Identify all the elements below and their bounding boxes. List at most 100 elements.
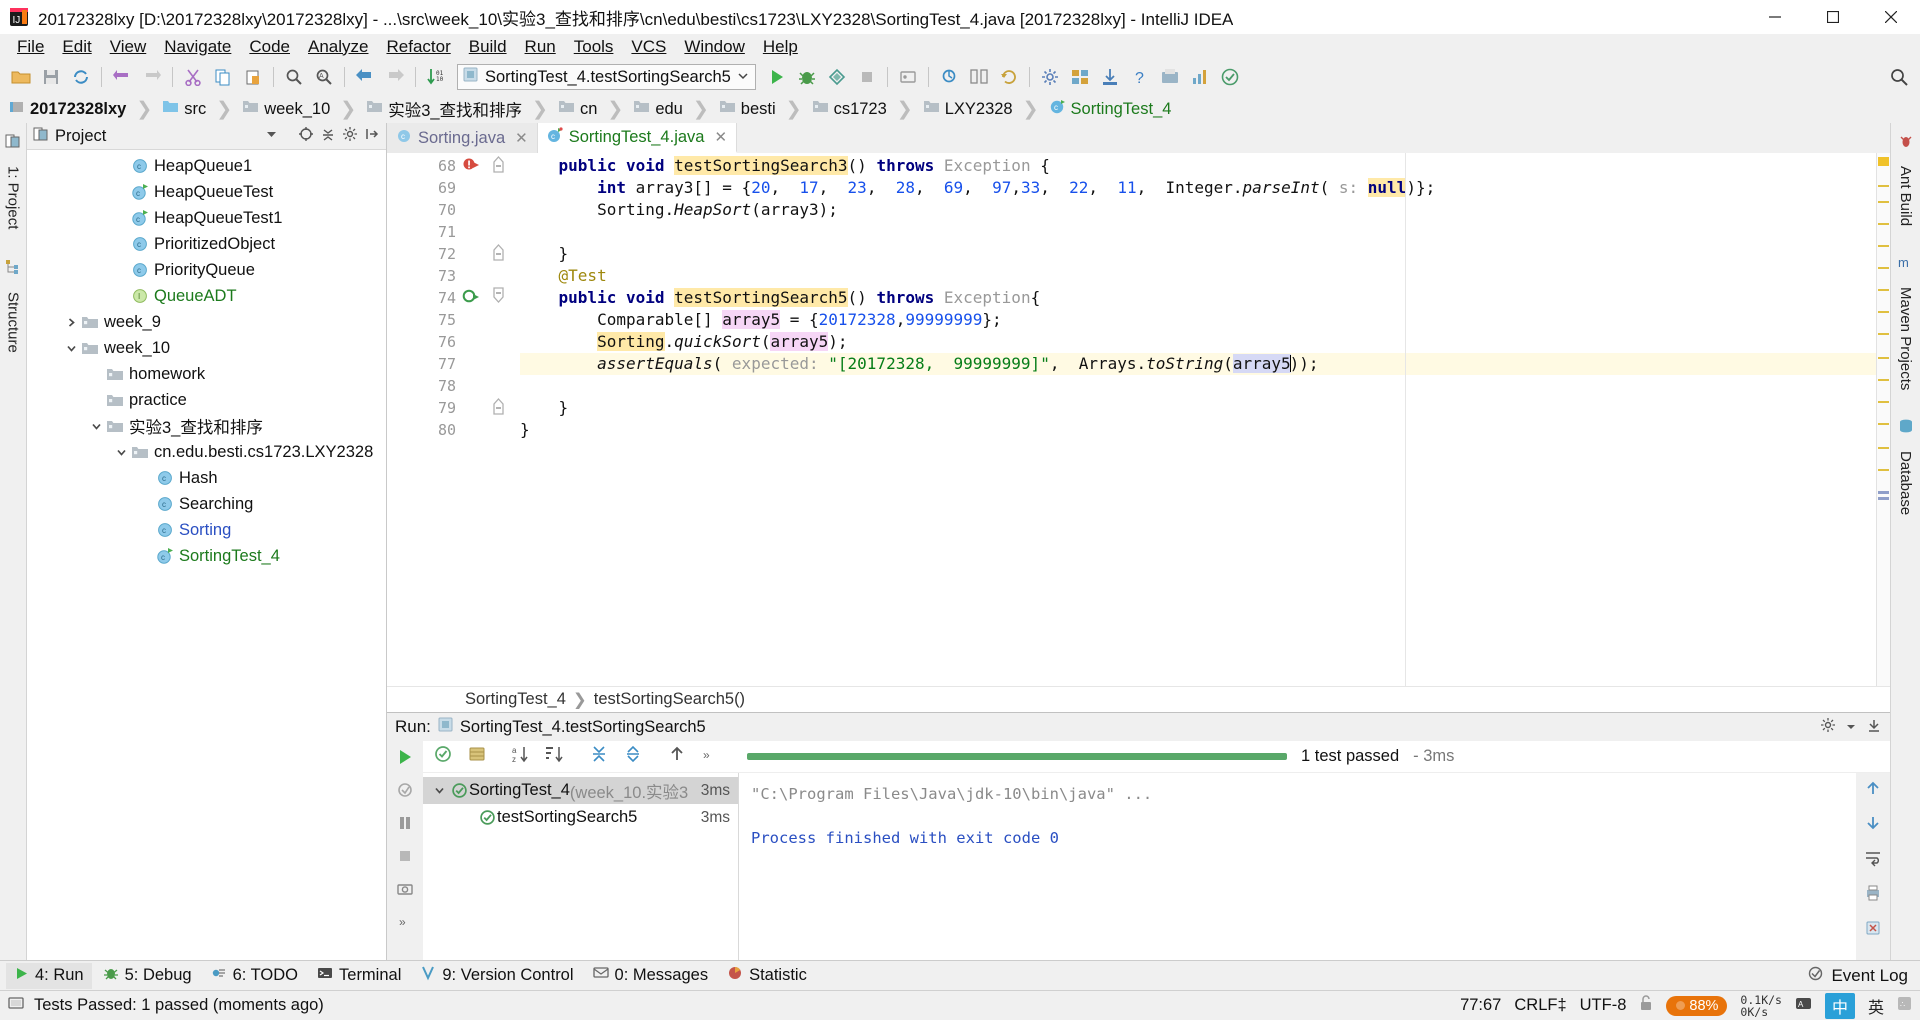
scroll-down-icon[interactable] (1864, 814, 1882, 837)
hide-icon[interactable] (364, 126, 380, 147)
tool-window-run[interactable]: 4: Run (6, 962, 92, 989)
hide-panel-icon[interactable] (1866, 717, 1882, 738)
menu-navigate[interactable]: Navigate (155, 35, 240, 59)
breadcrumb-item-week10[interactable]: week_10 ❯ (239, 97, 363, 121)
tool-window-debug[interactable]: 5: Debug (95, 962, 200, 989)
run-icon[interactable] (762, 63, 792, 91)
chevron-down-icon[interactable] (265, 126, 278, 146)
code-line[interactable]: Sorting.HeapSort(array3); (520, 199, 1876, 221)
tool-window-statistic[interactable]: Statistic (719, 962, 815, 989)
code-editor[interactable]: 68 69 70 71 72 73 74 75 76 77 78 79 80 public void t… (387, 153, 1890, 686)
test-tree[interactable]: SortingTest_4 (week_10.实验3 3ms testSorting… (423, 773, 739, 960)
code-line[interactable]: } (520, 243, 1876, 265)
code-lines[interactable]: public void testSortingSearch3() throws … (520, 153, 1876, 686)
event-log-label[interactable]: Event Log (1831, 966, 1908, 986)
rail-label-structure[interactable]: Structure (5, 286, 22, 359)
tree-item-3[interactable]: 实验3_查找和排序 (27, 413, 386, 439)
tree-item-week-10[interactable]: week_10 (27, 335, 386, 361)
rerun-icon[interactable] (392, 745, 418, 769)
chevron-down-icon[interactable] (112, 446, 130, 459)
back-icon[interactable] (350, 63, 380, 91)
tree-item-sorting[interactable]: c Sorting (27, 517, 386, 543)
run-test-passed-icon[interactable] (462, 288, 480, 311)
code-line[interactable]: public void testSortingSearch5() throws … (520, 287, 1876, 309)
chevron-right-icon[interactable] (62, 316, 80, 329)
update-project-icon[interactable] (994, 63, 1024, 91)
error-stripe-tick[interactable] (1878, 379, 1889, 381)
scroll-up-icon[interactable] (1864, 779, 1882, 802)
chevron-down-icon[interactable] (429, 784, 449, 797)
unlocked-icon[interactable] (1639, 995, 1653, 1016)
error-stripe-tick[interactable] (1878, 267, 1889, 269)
find-icon[interactable] (279, 63, 309, 91)
maven-icon[interactable]: m (1898, 254, 1914, 275)
tree-item-practice[interactable]: practice (27, 387, 386, 413)
fold-start-icon[interactable] (492, 287, 505, 311)
locate-icon[interactable] (298, 126, 314, 147)
error-stripe-tick[interactable] (1878, 223, 1889, 225)
print-icon[interactable] (1864, 884, 1882, 907)
chevron-down-icon[interactable] (87, 420, 105, 433)
error-stripe-tick[interactable] (1878, 491, 1889, 494)
settings-icon[interactable] (1035, 63, 1065, 91)
editor-breadcrumb-method[interactable]: testSortingSearch5() (594, 690, 745, 709)
chart-icon[interactable] (1185, 63, 1215, 91)
forward-icon[interactable] (380, 63, 410, 91)
error-stripe-tick[interactable] (1878, 245, 1889, 247)
test-tree-row[interactable]: testSortingSearch5 3ms (423, 804, 738, 831)
tool-window-todo[interactable]: 6: TODO (203, 962, 306, 989)
error-stripe-tick[interactable] (1878, 447, 1889, 449)
tree-item-prioritizedobject[interactable]: c PrioritizedObject (27, 231, 386, 257)
ant-build-icon[interactable] (1898, 133, 1914, 154)
breadcrumb-item-lxy2328[interactable]: LXY2328 ❯ (920, 97, 1046, 121)
error-stripe-tick[interactable] (1878, 497, 1889, 500)
tree-item-heapqueuetest[interactable]: c HeapQueueTest (27, 179, 386, 205)
chevron-down-icon[interactable] (737, 67, 749, 87)
attach-icon[interactable] (893, 63, 923, 91)
fold-end-icon[interactable] (492, 397, 505, 421)
tree-item-cn-edu-besti-cs1723-lxy2328[interactable]: cn.edu.besti.cs1723.LXY2328 (27, 439, 386, 465)
sort-duration-icon[interactable] (545, 744, 565, 769)
more-options-icon[interactable]: » (701, 747, 719, 767)
tool-window-terminal[interactable]: Terminal (309, 962, 409, 989)
check-icon[interactable] (1215, 63, 1245, 91)
project-rail-icon[interactable] (5, 133, 21, 154)
close-button[interactable] (1862, 0, 1920, 34)
editor-gutter[interactable]: 68 69 70 71 72 73 74 75 76 77 78 79 80 (387, 153, 462, 686)
prev-occurrence-icon[interactable] (667, 744, 687, 769)
code-line[interactable]: assertEquals( expected: "[20172328, 9999… (520, 353, 1876, 375)
code-line[interactable]: Comparable[] array5 = {20172328,99999999… (520, 309, 1876, 331)
rail-label-project[interactable]: 1: Project (5, 160, 22, 235)
ime-switch-icon[interactable]: A (1795, 995, 1812, 1017)
menu-view[interactable]: View (101, 35, 156, 59)
debug-icon[interactable] (792, 63, 822, 91)
tree-item-searching[interactable]: c Searching (27, 491, 386, 517)
stop-icon[interactable] (852, 63, 882, 91)
sdk-manager-icon[interactable] (1095, 63, 1125, 91)
cut-icon[interactable] (178, 63, 208, 91)
run-configuration-selector[interactable]: SortingTest_4.testSortingSearch5 (457, 64, 756, 90)
rail-label-maven[interactable]: Maven Projects (1897, 281, 1914, 396)
breadcrumb-item-module[interactable]: 20172328lxy ❯ (6, 97, 159, 121)
close-icon[interactable]: ✕ (714, 128, 727, 146)
error-stripe-tick[interactable] (1878, 423, 1889, 425)
clear-all-icon[interactable] (1864, 919, 1882, 942)
breadcrumb-item-class[interactable]: c SortingTest_4 (1046, 97, 1179, 121)
tree-item-week-9[interactable]: week_9 (27, 309, 386, 335)
code-line[interactable]: int array3[] = {20, 17, 23, 28, 69, 97,3… (520, 177, 1876, 199)
replace-icon[interactable]: A (309, 63, 339, 91)
menu-window[interactable]: Window (675, 35, 753, 59)
sync-icon[interactable] (66, 63, 96, 91)
tree-item-queueadt[interactable]: I QueueADT (27, 283, 386, 309)
test-tree-row[interactable]: SortingTest_4 (week_10.实验3 3ms (423, 777, 738, 804)
tree-item-heapqueue1[interactable]: c HeapQueue1 (27, 153, 386, 179)
compare-icon[interactable] (964, 63, 994, 91)
editor-breadcrumb-class[interactable]: SortingTest_4 (465, 690, 566, 709)
more-icon[interactable]: » (392, 910, 418, 934)
settings-gear-icon[interactable] (342, 126, 358, 147)
ime-extra-icon[interactable]: ∴ (1897, 996, 1912, 1016)
ime-secondary-badge[interactable]: 英 (1868, 994, 1884, 1018)
error-stripe-tick[interactable] (1878, 185, 1889, 187)
database-icon[interactable] (1898, 418, 1914, 439)
chevron-down-icon[interactable] (62, 342, 80, 355)
